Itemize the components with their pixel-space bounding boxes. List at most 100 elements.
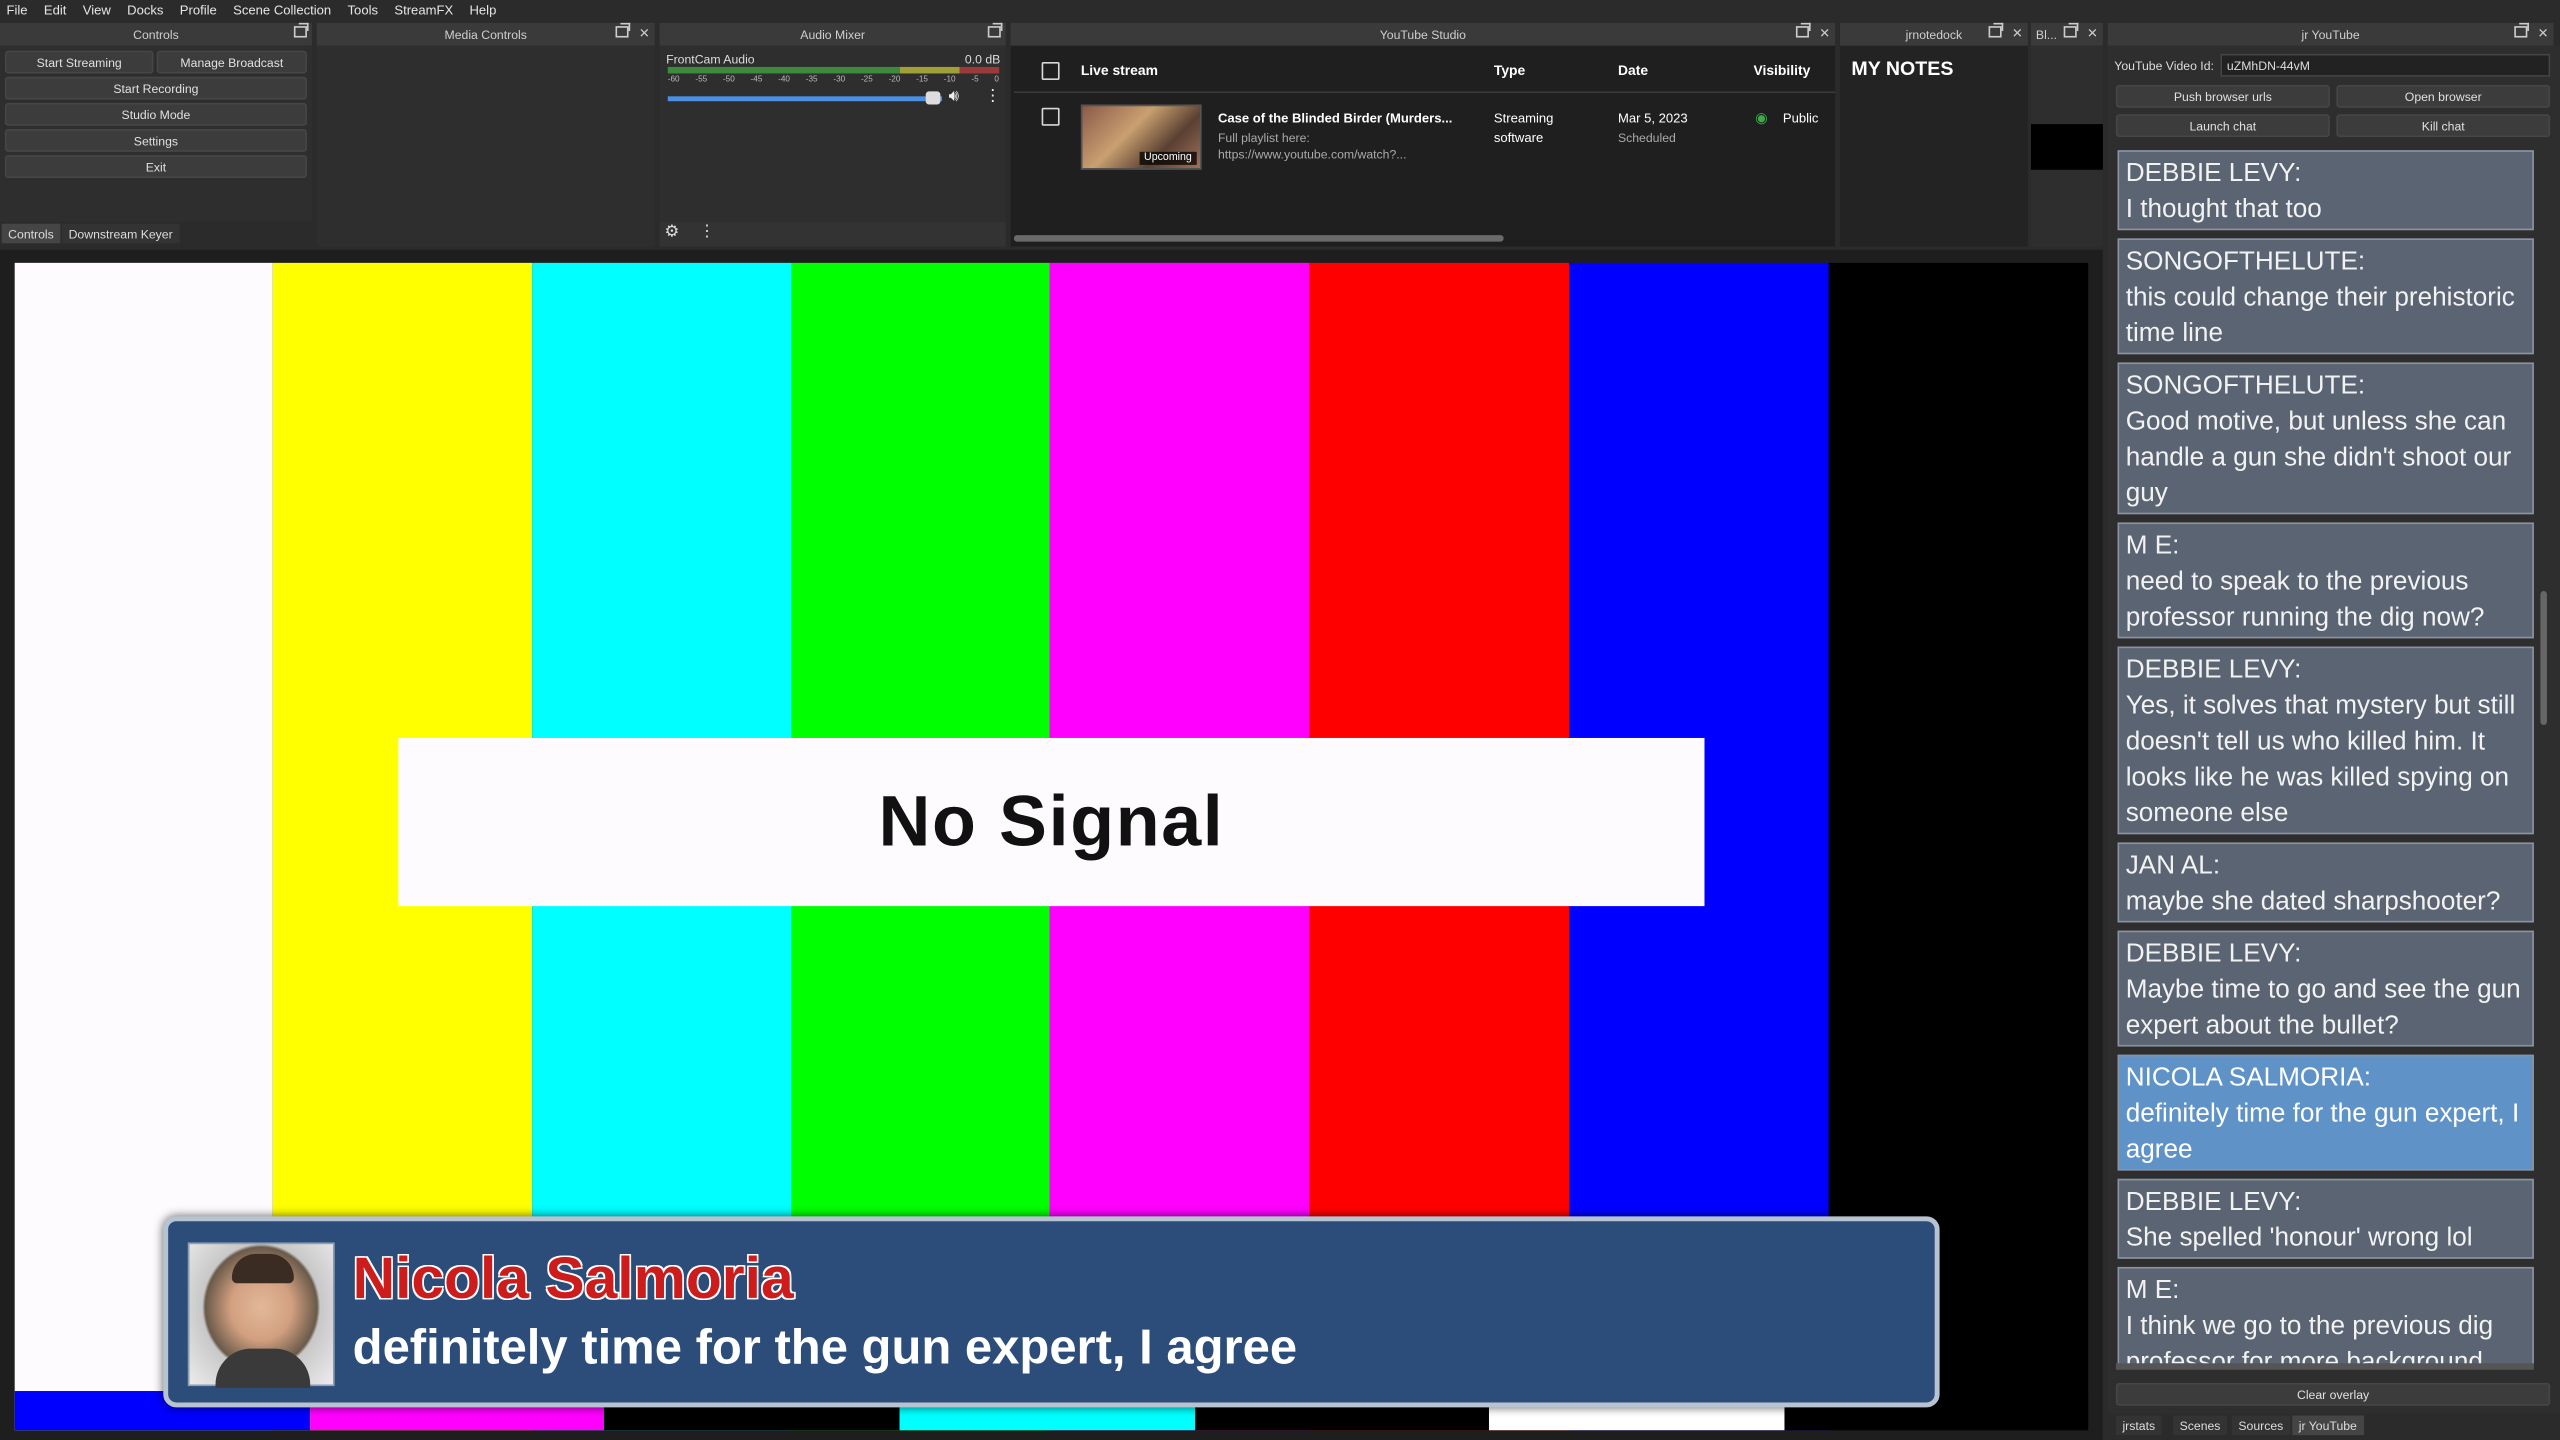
- close-icon[interactable]: ✕: [1819, 26, 1830, 42]
- stream-description-line1: Full playlist here:: [1217, 130, 1310, 146]
- avatar-hair: [231, 1253, 294, 1284]
- meter-tick-label: -20: [888, 75, 901, 85]
- studio-header-divider: [1013, 91, 1836, 94]
- menu-view[interactable]: View: [83, 3, 111, 18]
- start-streaming-button[interactable]: Start Streaming: [4, 50, 154, 74]
- mixer-menu-icon[interactable]: ⋮: [699, 224, 715, 242]
- meter-tick-label: 0: [994, 75, 999, 85]
- menu-file[interactable]: File: [7, 3, 28, 18]
- close-icon[interactable]: ✕: [2012, 26, 2023, 42]
- col-date: Date: [1617, 62, 1649, 79]
- speaker-icon[interactable]: 🔊︎: [949, 88, 959, 106]
- chat-overlay: Nicola Salmoria definitely time for the …: [163, 1216, 1940, 1408]
- tab-scenes[interactable]: Scenes: [2173, 1415, 2227, 1436]
- float-dock-icon[interactable]: [1989, 22, 2004, 38]
- stream-title[interactable]: Case of the Blinded Birder (Murders...: [1218, 109, 1452, 129]
- launch-chat-button[interactable]: Launch chat: [2115, 114, 2330, 138]
- chat-message[interactable]: DEBBIE LEVY: I thought that too: [2117, 150, 2534, 231]
- meter-tick-label: -25: [860, 75, 873, 85]
- push-browser-urls-button[interactable]: Push browser urls: [2115, 84, 2330, 108]
- settings-button[interactable]: Settings: [4, 128, 307, 152]
- float-dock-icon[interactable]: [615, 22, 631, 38]
- open-browser-button[interactable]: Open browser: [2336, 84, 2551, 108]
- chat-message[interactable]: M E: need to speak to the previous profes…: [2117, 522, 2534, 639]
- tab-sources[interactable]: Sources: [2231, 1415, 2290, 1436]
- volume-slider-track[interactable]: [667, 96, 943, 102]
- chat-author: JAN AL:: [2125, 852, 2221, 880]
- menu-tools[interactable]: Tools: [348, 3, 379, 18]
- chat-message[interactable]: NICOLA SALMORIA: definitely time for the …: [2117, 1054, 2534, 1171]
- video-id-input[interactable]: uZMhDN-44vM: [2220, 53, 2551, 77]
- menu-bar: File Edit View Docks Profile Scene Colle…: [0, 0, 2560, 22]
- volume-slider-handle[interactable]: [925, 91, 941, 105]
- row-checkbox[interactable]: [1041, 107, 1060, 126]
- menu-scene-collection[interactable]: Scene Collection: [233, 3, 331, 18]
- jr-dock-header: jr YouTube ✕: [2107, 22, 2554, 46]
- chat-text: I thought that too: [2125, 195, 2322, 224]
- studio-mode-button[interactable]: Studio Mode: [4, 102, 307, 126]
- chat-message[interactable]: SONGOFTHELUTE: this could change their pr…: [2117, 238, 2534, 355]
- bl-dock-title: Bl...: [2035, 26, 2058, 42]
- chat-text: definitely time for the gun expert, I ag…: [2125, 1100, 2520, 1165]
- notes-dock-title: jrnotedock: [1905, 26, 1963, 42]
- chat-message[interactable]: DEBBIE LEVY: Yes, it solves that mystery …: [2117, 646, 2534, 835]
- menu-help[interactable]: Help: [469, 3, 496, 18]
- float-dock-icon[interactable]: [293, 22, 309, 38]
- controls-dock-title: Controls: [133, 26, 179, 42]
- exit-button[interactable]: Exit: [4, 155, 307, 178]
- media-dock-title: Media Controls: [444, 26, 527, 42]
- close-icon[interactable]: ✕: [2087, 26, 2098, 42]
- kill-chat-button[interactable]: Kill chat: [2336, 114, 2551, 138]
- volume-slider-fill: [667, 96, 943, 102]
- meter-tick-label: -5: [971, 75, 979, 85]
- stream-status: Scheduled: [1617, 130, 1676, 146]
- chat-message[interactable]: JAN AL: maybe she dated sharpshooter?: [2117, 842, 2534, 923]
- menu-streamfx[interactable]: StreamFX: [394, 3, 453, 18]
- close-icon[interactable]: ✕: [639, 26, 650, 42]
- float-dock-icon[interactable]: [987, 22, 1003, 38]
- tab-controls[interactable]: Controls: [1, 223, 61, 244]
- meter-tick-label: -30: [833, 75, 846, 85]
- avatar: [187, 1242, 335, 1388]
- menu-profile[interactable]: Profile: [180, 3, 217, 18]
- chat-hscrollbar[interactable]: [2115, 1363, 2534, 1370]
- close-icon[interactable]: ✕: [2538, 26, 2549, 42]
- col-visibility: Visibility: [1753, 62, 1811, 79]
- chat-message[interactable]: DEBBIE LEVY: She spelled 'honour' wrong l…: [2117, 1178, 2534, 1259]
- chat-text: maybe she dated sharpshooter?: [2125, 888, 2501, 916]
- tab-jrstats[interactable]: jrstats: [2115, 1415, 2162, 1436]
- float-dock-icon[interactable]: [2064, 22, 2079, 38]
- more-options-icon[interactable]: ⋮: [984, 88, 1000, 106]
- overlay-message: definitely time for the gun expert, I ag…: [352, 1320, 1298, 1375]
- chat-message[interactable]: DEBBIE LEVY: Maybe time to go and see the…: [2117, 930, 2534, 1047]
- meter-tick-label: -50: [722, 75, 735, 85]
- clear-overlay-button[interactable]: Clear overlay: [2115, 1382, 2551, 1406]
- chat-message[interactable]: SONGOFTHELUTE: Good motive, but unless sh…: [2117, 362, 2534, 515]
- bl-preview: [2031, 124, 2103, 170]
- chat-author: M E:: [2125, 532, 2180, 560]
- mixer-dock-title: Audio Mixer: [800, 26, 865, 42]
- float-dock-icon[interactable]: [1796, 22, 1812, 38]
- stream-thumbnail[interactable]: Upcoming: [1080, 104, 1202, 170]
- chat-text: need to speak to the previous professor …: [2125, 568, 2485, 632]
- no-signal-box: No Signal: [398, 737, 1705, 907]
- chat-message[interactable]: M E: I think we go to the previous dig pr…: [2117, 1266, 2534, 1365]
- tab-downstream-keyer[interactable]: Downstream Keyer: [62, 223, 180, 244]
- chat-author: NICOLA SALMORIA:: [2125, 1064, 2372, 1093]
- tab-jr-youtube[interactable]: jr YouTube: [2292, 1415, 2364, 1436]
- chat-text: Yes, it solves that mystery but still do…: [2125, 692, 2516, 828]
- chat-scrollbar[interactable]: [2540, 591, 2547, 725]
- float-dock-icon[interactable]: [2514, 22, 2530, 38]
- horizontal-scrollbar[interactable]: [1013, 235, 1504, 242]
- stream-visibility: Public: [1782, 111, 1819, 126]
- mixer-settings-gear-icon[interactable]: ⚙: [664, 224, 679, 242]
- notes-heading[interactable]: MY NOTES: [1851, 57, 1953, 80]
- media-dock: [316, 45, 655, 247]
- menu-docks[interactable]: Docks: [127, 3, 163, 18]
- chat-text: I think we go to the previous dig profes…: [2125, 1312, 2494, 1365]
- menu-edit[interactable]: Edit: [44, 3, 67, 18]
- manage-broadcast-button[interactable]: Manage Broadcast: [156, 50, 307, 74]
- select-all-checkbox[interactable]: [1041, 62, 1060, 80]
- chat-text: Good motive, but unless she can handle a…: [2125, 408, 2512, 508]
- start-recording-button[interactable]: Start Recording: [4, 76, 307, 100]
